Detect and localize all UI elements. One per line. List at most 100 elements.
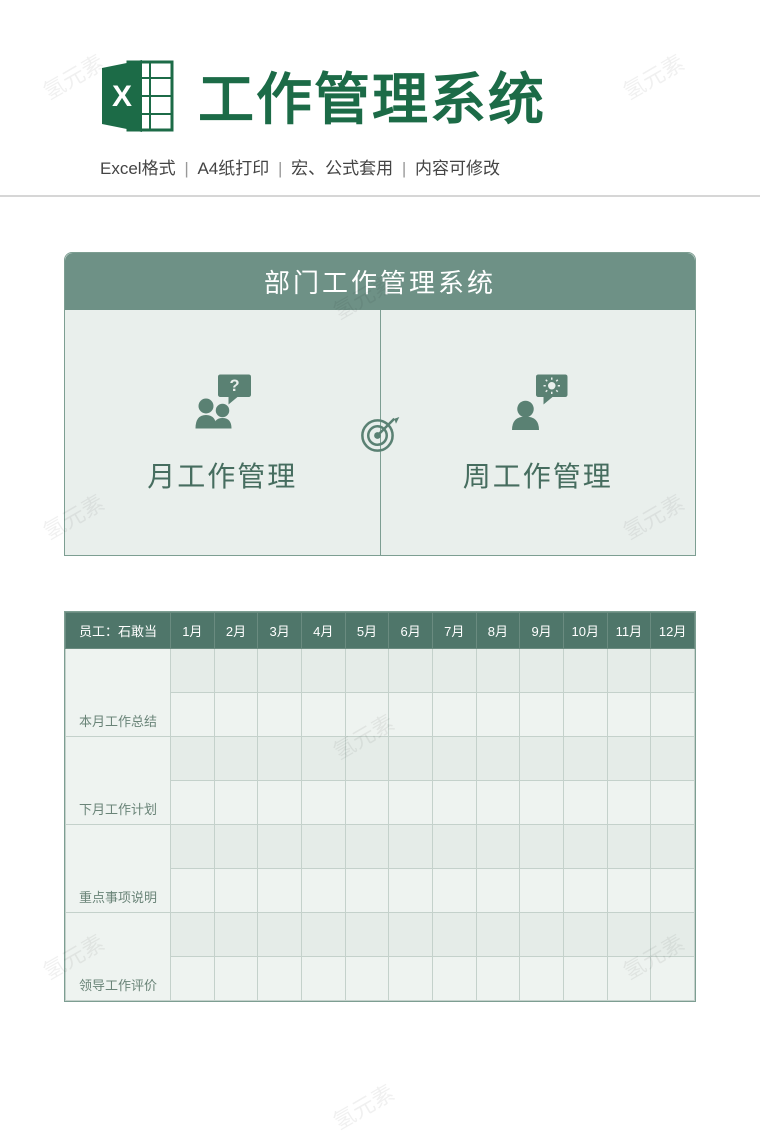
table-cell[interactable] — [345, 869, 389, 913]
table-cell[interactable] — [651, 693, 695, 737]
table-cell[interactable] — [607, 693, 651, 737]
table-cell[interactable] — [301, 649, 345, 693]
table-cell[interactable] — [301, 957, 345, 1001]
table-cell[interactable] — [607, 869, 651, 913]
table-cell[interactable] — [258, 693, 302, 737]
table-cell[interactable] — [651, 869, 695, 913]
table-cell[interactable] — [432, 869, 476, 913]
table-cell[interactable] — [171, 649, 215, 693]
table-cell[interactable] — [171, 869, 215, 913]
table-cell[interactable] — [389, 781, 433, 825]
table-cell[interactable] — [476, 957, 520, 1001]
table-cell[interactable] — [258, 869, 302, 913]
weekly-management-cell[interactable]: 周工作管理 — [381, 310, 696, 555]
table-cell[interactable] — [432, 737, 476, 781]
table-cell[interactable] — [607, 781, 651, 825]
table-cell[interactable] — [607, 737, 651, 781]
table-cell[interactable] — [563, 649, 607, 693]
table-cell[interactable] — [301, 825, 345, 869]
table-cell[interactable] — [432, 781, 476, 825]
table-cell[interactable] — [171, 737, 215, 781]
table-cell[interactable] — [345, 913, 389, 957]
table-cell[interactable] — [432, 649, 476, 693]
table-cell[interactable] — [389, 737, 433, 781]
table-cell[interactable] — [432, 913, 476, 957]
table-cell[interactable] — [345, 693, 389, 737]
table-cell[interactable] — [651, 737, 695, 781]
month-header: 5月 — [345, 613, 389, 649]
table-cell[interactable] — [563, 781, 607, 825]
table-cell[interactable] — [389, 693, 433, 737]
table-cell[interactable] — [476, 825, 520, 869]
table-cell[interactable] — [476, 869, 520, 913]
table-cell[interactable] — [389, 869, 433, 913]
table-cell[interactable] — [345, 649, 389, 693]
table-cell[interactable] — [214, 825, 258, 869]
table-cell[interactable] — [301, 781, 345, 825]
table-cell[interactable] — [301, 913, 345, 957]
table-cell[interactable] — [214, 737, 258, 781]
monthly-management-cell[interactable]: ? 月工作管理 — [65, 310, 381, 555]
table-cell[interactable] — [520, 957, 564, 1001]
table-cell[interactable] — [258, 649, 302, 693]
table-cell[interactable] — [345, 781, 389, 825]
table-cell[interactable] — [389, 913, 433, 957]
table-cell[interactable] — [651, 957, 695, 1001]
table-cell[interactable] — [476, 649, 520, 693]
table-cell[interactable] — [607, 957, 651, 1001]
table-cell[interactable] — [651, 649, 695, 693]
table-cell[interactable] — [563, 913, 607, 957]
table-cell[interactable] — [345, 737, 389, 781]
table-cell[interactable] — [432, 693, 476, 737]
table-cell[interactable] — [214, 913, 258, 957]
table-cell[interactable] — [607, 913, 651, 957]
table-cell[interactable] — [432, 825, 476, 869]
table-cell[interactable] — [520, 825, 564, 869]
table-cell[interactable] — [214, 957, 258, 1001]
table-cell[interactable] — [171, 693, 215, 737]
table-cell[interactable] — [301, 693, 345, 737]
table-cell[interactable] — [520, 737, 564, 781]
table-cell[interactable] — [563, 693, 607, 737]
table-cell[interactable] — [607, 825, 651, 869]
table-cell[interactable] — [651, 781, 695, 825]
table-cell[interactable] — [651, 913, 695, 957]
table-cell[interactable] — [520, 649, 564, 693]
table-cell[interactable] — [651, 825, 695, 869]
row-label: 领导工作评价 — [66, 913, 171, 1001]
table-cell[interactable] — [476, 737, 520, 781]
table-cell[interactable] — [563, 825, 607, 869]
table-cell[interactable] — [171, 957, 215, 1001]
table-cell[interactable] — [476, 693, 520, 737]
table-cell[interactable] — [432, 957, 476, 1001]
table-cell[interactable] — [171, 825, 215, 869]
table-cell[interactable] — [520, 693, 564, 737]
table-cell[interactable] — [607, 649, 651, 693]
table-cell[interactable] — [520, 869, 564, 913]
table-cell[interactable] — [214, 649, 258, 693]
table-cell[interactable] — [258, 825, 302, 869]
table-cell[interactable] — [345, 957, 389, 1001]
table-cell[interactable] — [345, 825, 389, 869]
table-cell[interactable] — [258, 737, 302, 781]
table-cell[interactable] — [171, 781, 215, 825]
table-cell[interactable] — [389, 649, 433, 693]
table-cell[interactable] — [258, 913, 302, 957]
table-cell[interactable] — [563, 957, 607, 1001]
table-cell[interactable] — [520, 913, 564, 957]
table-cell[interactable] — [389, 825, 433, 869]
table-cell[interactable] — [389, 957, 433, 1001]
table-cell[interactable] — [214, 781, 258, 825]
table-cell[interactable] — [214, 869, 258, 913]
table-cell[interactable] — [520, 781, 564, 825]
table-cell[interactable] — [563, 869, 607, 913]
table-cell[interactable] — [171, 913, 215, 957]
table-cell[interactable] — [563, 737, 607, 781]
table-cell[interactable] — [301, 737, 345, 781]
table-cell[interactable] — [301, 869, 345, 913]
table-cell[interactable] — [258, 957, 302, 1001]
table-cell[interactable] — [214, 693, 258, 737]
table-cell[interactable] — [258, 781, 302, 825]
table-cell[interactable] — [476, 913, 520, 957]
table-cell[interactable] — [476, 781, 520, 825]
